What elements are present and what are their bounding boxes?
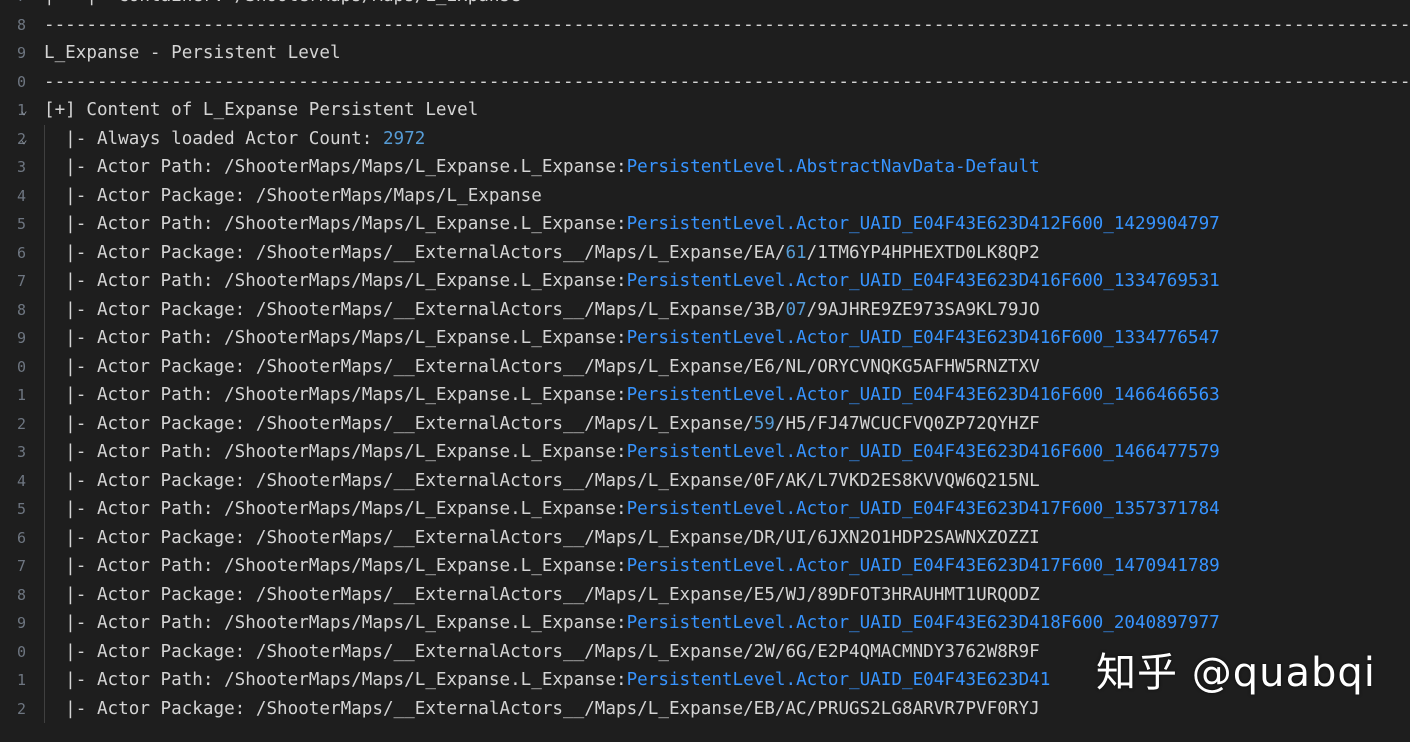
line-number: 6 — [16, 528, 26, 547]
code-line[interactable]: L_Expanse - Persistent Level — [44, 39, 341, 68]
actor-path-link[interactable]: PersistentLevel.Actor_UAID_E04F43E623D41… — [627, 271, 1220, 291]
actor-path-link[interactable]: PersistentLevel.Actor_UAID_E04F43E623D41… — [627, 442, 1220, 462]
line-number: 5 — [16, 500, 26, 518]
code-line[interactable]: |- Actor Path: /ShooterMaps/Maps/L_Expan… — [44, 267, 1220, 296]
code-line[interactable]: |- Always loaded Actor Count: 2972 — [44, 125, 425, 154]
code-text: |- Actor Package: /ShooterMaps/__Externa… — [44, 698, 1040, 719]
code-line[interactable]: |- Actor Path: /ShooterMaps/Maps/L_Expan… — [44, 666, 1050, 695]
code-text: |- Actor Path: /ShooterMaps/Maps/L_Expan… — [44, 670, 627, 690]
code-line[interactable]: |- Actor Package: /ShooterMaps/__Externa… — [44, 581, 1040, 610]
code-text: |- Actor Path: /ShooterMaps/Maps/L_Expan… — [44, 328, 627, 348]
line-number: 8 — [16, 300, 26, 319]
line-number: 3 — [16, 443, 26, 461]
code-line[interactable]: |- Actor Package: /ShooterMaps/__Externa… — [44, 353, 1040, 382]
code-text: |- Actor Package: /ShooterMaps/__Externa… — [44, 641, 1040, 662]
number-token: 2972 — [382, 128, 426, 149]
line-number: 7 — [16, 272, 26, 290]
code-text: ----------------------------------------… — [44, 14, 1410, 35]
code-text: |- Actor Package: /ShooterMaps/__Externa… — [44, 242, 786, 263]
code-text: |- Actor Path: /ShooterMaps/Maps/L_Expan… — [44, 613, 627, 633]
code-text: [+] Content of L_Expanse Persistent Leve… — [44, 100, 479, 120]
code-line[interactable]: | | Container: /ShooterMaps/Maps/L_Expan… — [44, 0, 521, 11]
line-number: 9 — [16, 44, 26, 62]
code-line[interactable]: |- Actor Path: /ShooterMaps/Maps/L_Expan… — [44, 552, 1220, 581]
number-token: 07 — [785, 299, 807, 320]
code-line[interactable]: |- Actor Package: /ShooterMaps/Maps/L_Ex… — [44, 182, 542, 211]
code-line[interactable]: |- Actor Path: /ShooterMaps/Maps/L_Expan… — [44, 153, 1040, 182]
line-number: 9 — [16, 329, 26, 347]
code-text: |- Actor Path: /ShooterMaps/Maps/L_Expan… — [44, 214, 627, 234]
code-text: ----------------------------------------… — [44, 71, 1410, 92]
code-line[interactable]: |- Actor Path: /ShooterMaps/Maps/L_Expan… — [44, 381, 1220, 410]
line-number: 2 — [16, 414, 26, 433]
code-text: |- Actor Package: /ShooterMaps/__Externa… — [44, 299, 786, 320]
code-editor[interactable]: 7 | | Container: /ShooterMaps/Maps/L_Expa… — [0, 0, 1410, 742]
code-text: |- Actor Path: /ShooterMaps/Maps/L_Expan… — [44, 499, 627, 519]
code-line[interactable]: |- Actor Package: /ShooterMaps/__Externa… — [44, 695, 1040, 724]
number-token: 61 — [785, 242, 807, 263]
code-text: |- Actor Path: /ShooterMaps/Maps/L_Expan… — [44, 157, 627, 177]
code-text: |- Actor Path: /ShooterMaps/Maps/L_Expan… — [44, 385, 627, 405]
line-number: 9 — [16, 614, 26, 632]
code-text: L_Expanse - Persistent Level — [44, 43, 341, 63]
line-number: 0 — [16, 642, 26, 661]
code-text: /H5/FJ47WCUCFVQ0ZP72QYHZF — [774, 413, 1040, 434]
actor-path-link[interactable]: PersistentLevel.Actor_UAID_E04F43E623D41… — [627, 613, 1220, 633]
line-number: 3 — [16, 158, 26, 176]
line-number: 8 — [16, 15, 26, 34]
code-line[interactable]: |- Actor Package: /ShooterMaps/__Externa… — [44, 638, 1040, 667]
line-number: 6 — [16, 243, 26, 262]
number-token: 59 — [753, 413, 775, 434]
code-text: |- Actor Package: /ShooterMaps/__Externa… — [44, 413, 754, 434]
code-line[interactable]: |- Actor Path: /ShooterMaps/Maps/L_Expan… — [44, 210, 1220, 239]
indent-guide — [44, 124, 45, 723]
code-text: |- Actor Package: /ShooterMaps/__Externa… — [44, 527, 1040, 548]
line-number: 0 — [16, 72, 26, 91]
actor-path-link[interactable]: PersistentLevel.Actor_UAID_E04F43E623D41 — [627, 670, 1051, 690]
code-line[interactable]: |- Actor Package: /ShooterMaps/__Externa… — [44, 467, 1040, 496]
code-text: /9AJHRE9ZE973SA9KL79JO — [806, 299, 1040, 320]
actor-path-link[interactable]: PersistentLevel.Actor_UAID_E04F43E623D41… — [627, 385, 1220, 405]
line-number: 2 — [16, 699, 26, 718]
code-line[interactable]: |- Actor Package: /ShooterMaps/__Externa… — [44, 296, 1040, 325]
line-number: 7 — [0, 0, 26, 11]
line-number: 7 — [16, 557, 26, 575]
code-text: | | Container: /ShooterMaps/Maps/L_Expan… — [44, 0, 521, 6]
actor-path-link[interactable]: PersistentLevel.AbstractNavData-Default — [627, 157, 1040, 177]
watermark-text: 知乎 @quabqi — [1096, 650, 1376, 696]
line-number: 0 — [16, 357, 26, 376]
code-text: |- Actor Package: /ShooterMaps/__Externa… — [44, 470, 1040, 491]
line-number: 4 — [16, 186, 26, 205]
code-text: |- Actor Package: /ShooterMaps/__Externa… — [44, 584, 1040, 605]
fold-chevron-icon[interactable]: ⌄ — [17, 132, 31, 146]
actor-path-link[interactable]: PersistentLevel.Actor_UAID_E04F43E623D41… — [627, 328, 1220, 348]
code-text: |- Actor Path: /ShooterMaps/Maps/L_Expan… — [44, 271, 627, 291]
actor-path-link[interactable]: PersistentLevel.Actor_UAID_E04F43E623D41… — [627, 499, 1220, 519]
code-line[interactable]: |- Actor Path: /ShooterMaps/Maps/L_Expan… — [44, 495, 1220, 524]
fold-chevron-icon[interactable]: ⌄ — [17, 103, 31, 117]
code-line[interactable]: |- Actor Package: /ShooterMaps/__Externa… — [44, 524, 1040, 553]
code-line[interactable]: ----------------------------------------… — [44, 68, 1410, 97]
code-text: /1TM6YP4HPHEXTD0LK8QP2 — [806, 242, 1040, 263]
code-text: |- Actor Path: /ShooterMaps/Maps/L_Expan… — [44, 442, 627, 462]
actor-path-link[interactable]: PersistentLevel.Actor_UAID_E04F43E623D41… — [627, 556, 1220, 576]
line-number: 1 — [16, 671, 26, 689]
line-number: 1 — [16, 386, 26, 404]
line-number: 5 — [16, 215, 26, 233]
code-line[interactable]: |- Actor Package: /ShooterMaps/__Externa… — [44, 410, 1040, 439]
code-text: |- Actor Path: /ShooterMaps/Maps/L_Expan… — [44, 556, 627, 576]
code-line[interactable]: |- Actor Path: /ShooterMaps/Maps/L_Expan… — [44, 438, 1220, 467]
code-text: |- Actor Package: /ShooterMaps/__Externa… — [44, 356, 1040, 377]
code-text: |- Always loaded Actor Count: — [44, 128, 383, 149]
line-number: 8 — [16, 585, 26, 604]
line-number: 4 — [16, 471, 26, 490]
code-line[interactable]: |- Actor Path: /ShooterMaps/Maps/L_Expan… — [44, 609, 1220, 638]
code-text: |- Actor Package: /ShooterMaps/Maps/L_Ex… — [44, 185, 542, 206]
code-line[interactable]: |- Actor Path: /ShooterMaps/Maps/L_Expan… — [44, 324, 1220, 353]
code-line[interactable]: ----------------------------------------… — [44, 11, 1410, 40]
code-line[interactable]: |- Actor Package: /ShooterMaps/__Externa… — [44, 239, 1040, 268]
actor-path-link[interactable]: PersistentLevel.Actor_UAID_E04F43E623D41… — [627, 214, 1220, 234]
code-line[interactable]: [+] Content of L_Expanse Persistent Leve… — [44, 96, 478, 125]
